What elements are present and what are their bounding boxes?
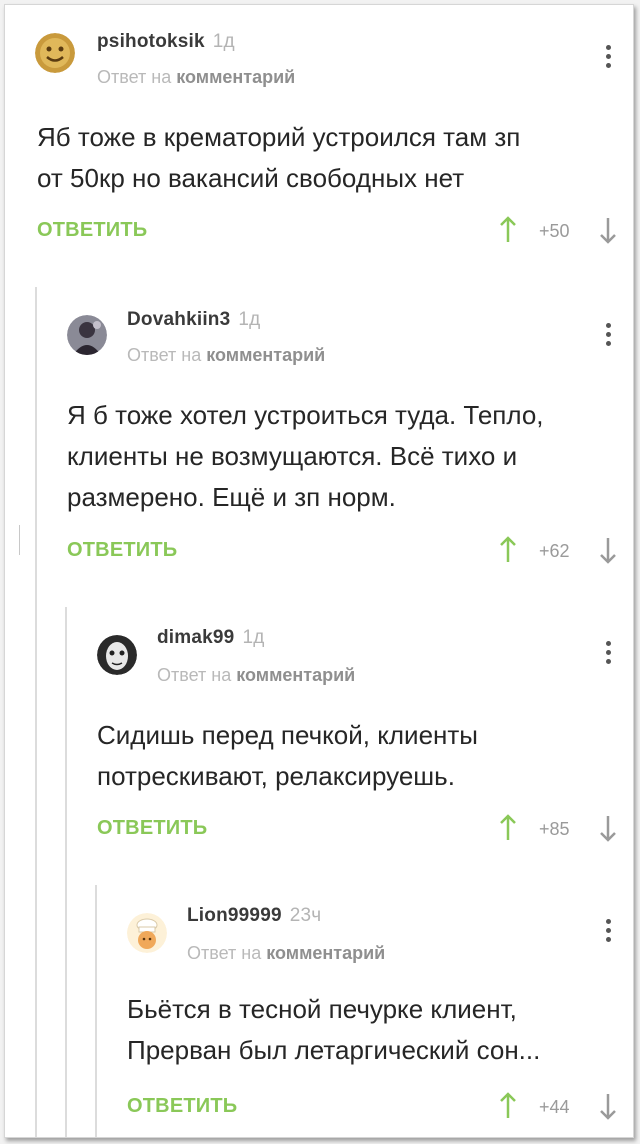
more-options-icon[interactable] — [603, 919, 613, 949]
comment-time: 23ч — [289, 905, 322, 926]
downvote-arrow-icon[interactable] — [599, 1093, 617, 1121]
upvote-arrow-icon[interactable] — [499, 1091, 517, 1119]
avatar[interactable] — [127, 913, 167, 953]
comment-text: Бьётся в тесной печурке клиент, Прерван … — [127, 989, 540, 1071]
reply-button[interactable]: ОТВЕТИТЬ — [127, 1095, 237, 1118]
comment-line: Прерван был летаргический сон... — [127, 1035, 541, 1065]
comment-line: Бьётся в тесной печурке клиент, — [127, 994, 517, 1024]
comment-lion99999: Lion99999 23ч Ответ на комментарий Бьётся… — [5, 5, 633, 1137]
reply-to-prefix: Ответ на — [187, 943, 262, 963]
comment-score: +44 — [539, 1097, 570, 1117]
reply-to-link[interactable]: комментарий — [266, 943, 385, 963]
reply-to-label: Ответ на комментарий — [187, 943, 385, 964]
chef-avatar-icon — [127, 913, 167, 953]
username-text[interactable]: Lion99999 — [187, 905, 282, 926]
username[interactable]: Lion99999 23ч — [187, 905, 321, 927]
comments-panel: psihotoksik 1д Ответ на комментарий Яб то… — [4, 4, 634, 1138]
